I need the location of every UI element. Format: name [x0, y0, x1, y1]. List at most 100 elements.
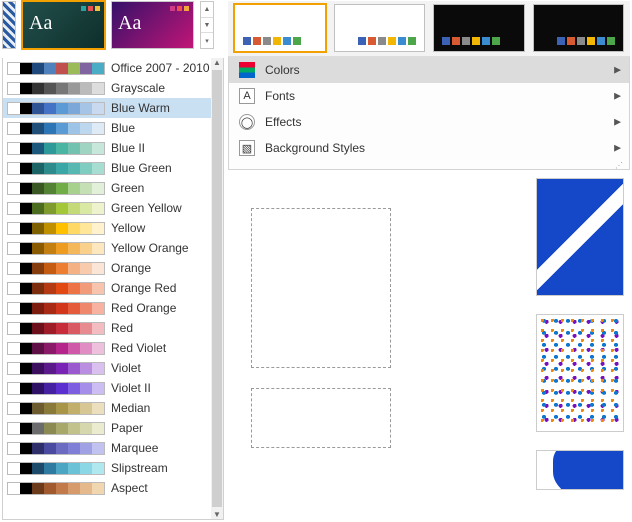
scheme-label: Red Violet [111, 341, 166, 355]
scheme-swatches [7, 162, 105, 175]
theme-aa-label: Aa [29, 12, 52, 35]
variant-swatches [243, 37, 301, 45]
variant-swatches [358, 37, 416, 45]
scheme-swatches [7, 122, 105, 135]
menu-colors[interactable]: Colors ▶ [229, 57, 629, 83]
scheme-swatches [7, 202, 105, 215]
scheme-swatches [7, 142, 105, 155]
menu-effects[interactable]: ◯ Effects ▶ [229, 109, 629, 135]
scheme-label: Blue Green [111, 161, 172, 175]
scroll-down-icon[interactable]: ▼ [213, 510, 221, 519]
menu-fonts[interactable]: A Fonts ▶ [229, 83, 629, 109]
color-scheme-row[interactable]: Office 2007 - 2010 [3, 58, 211, 78]
slide-canvas [233, 178, 523, 498]
scheme-label: Office 2007 - 2010 [111, 61, 210, 75]
color-scheme-row[interactable]: Blue Warm [3, 98, 211, 118]
color-scheme-row[interactable]: Yellow Orange [3, 238, 211, 258]
variant-1[interactable] [234, 4, 326, 52]
chevron-right-icon: ▶ [614, 91, 621, 102]
theme-thumb-2[interactable]: Aa [111, 1, 194, 49]
color-scheme-row[interactable]: Blue Green [3, 158, 211, 178]
color-scheme-row[interactable]: Red [3, 318, 211, 338]
content-placeholder[interactable] [251, 388, 391, 448]
scheme-swatches [7, 362, 105, 375]
theme-thumb-1[interactable]: Aa [22, 1, 105, 49]
scheme-swatches [7, 342, 105, 355]
design-idea-thumb[interactable] [536, 450, 624, 490]
variant-thumbnail-row [228, 1, 630, 57]
scheme-label: Slipstream [111, 461, 168, 475]
design-idea-thumb[interactable] [536, 178, 624, 296]
chevron-right-icon: ▶ [614, 143, 621, 154]
scheme-label: Marquee [111, 441, 158, 455]
scheme-swatches [7, 102, 105, 115]
scheme-label: Median [111, 401, 150, 415]
scheme-swatches [7, 382, 105, 395]
scroll-up-icon[interactable]: ▲ [213, 58, 221, 67]
scheme-swatches [7, 302, 105, 315]
expand-gallery-icon[interactable]: ▾ [201, 33, 213, 48]
variant-3[interactable] [433, 4, 525, 52]
scheme-label: Yellow [111, 221, 145, 235]
color-scheme-row[interactable]: Red Violet [3, 338, 211, 358]
background-styles-icon: ▧ [239, 140, 255, 156]
color-scheme-row[interactable]: Red Orange [3, 298, 211, 318]
scrollbar[interactable]: ▲ ▼ [211, 58, 223, 519]
scheme-swatches [7, 222, 105, 235]
design-submenu: Colors ▶ A Fonts ▶ ◯ Effects ▶ ▧ Backgro… [228, 57, 630, 170]
color-scheme-row[interactable]: Blue II [3, 138, 211, 158]
theme-aa-label: Aa [118, 12, 141, 35]
scheme-swatches [7, 402, 105, 415]
scheme-label: Yellow Orange [111, 241, 189, 255]
color-scheme-row[interactable]: Median [3, 398, 211, 418]
color-scheme-row[interactable]: Yellow [3, 218, 211, 238]
content-placeholder[interactable] [251, 208, 391, 368]
menu-background-styles[interactable]: ▧ Background Styles ▶ [229, 135, 629, 161]
scheme-label: Blue II [111, 141, 145, 155]
color-scheme-row[interactable]: Paper [3, 418, 211, 438]
scheme-swatches [7, 462, 105, 475]
scheme-label: Green [111, 181, 144, 195]
variant-swatches [442, 37, 500, 45]
scheme-label: Red [111, 321, 133, 335]
design-idea-thumb[interactable] [536, 314, 624, 432]
scrollbar-thumb[interactable] [212, 70, 222, 507]
scheme-label: Blue [111, 121, 135, 135]
scheme-swatches [7, 242, 105, 255]
scheme-swatches [7, 442, 105, 455]
color-scheme-row[interactable]: Violet II [3, 378, 211, 398]
scheme-swatches [7, 262, 105, 275]
theme-partial-prev[interactable] [2, 1, 16, 49]
theme-gallery-spinner[interactable]: ▲ ▼ ▾ [200, 1, 214, 49]
color-scheme-row[interactable]: Orange [3, 258, 211, 278]
scheme-swatches [7, 282, 105, 295]
variant-4[interactable] [533, 4, 625, 52]
color-scheme-row[interactable]: Orange Red [3, 278, 211, 298]
menu-label: Colors [265, 63, 300, 77]
colors-icon [239, 62, 255, 78]
fonts-icon: A [239, 88, 255, 104]
theme-thumbnail-row: Aa Aa ▲ ▼ ▾ [2, 1, 214, 49]
theme-accent-dots [81, 6, 100, 11]
design-ideas-pane [536, 178, 628, 508]
scheme-label: Grayscale [111, 81, 165, 95]
variant-2[interactable] [334, 4, 426, 52]
scheme-label: Paper [111, 421, 143, 435]
menu-label: Fonts [265, 89, 295, 103]
color-scheme-row[interactable]: Violet [3, 358, 211, 378]
scheme-label: Orange Red [111, 281, 176, 295]
color-scheme-row[interactable]: Green Yellow [3, 198, 211, 218]
scroll-up-icon[interactable]: ▲ [201, 2, 213, 18]
scheme-swatches [7, 482, 105, 495]
scheme-label: Red Orange [111, 301, 176, 315]
scroll-down-icon[interactable]: ▼ [201, 18, 213, 34]
color-scheme-row[interactable]: Green [3, 178, 211, 198]
color-scheme-row[interactable]: Blue [3, 118, 211, 138]
color-scheme-row[interactable]: Marquee [3, 438, 211, 458]
color-scheme-row[interactable]: Slipstream [3, 458, 211, 478]
menu-label: Effects [265, 115, 301, 129]
scheme-label: Violet II [111, 381, 151, 395]
color-scheme-row[interactable]: Grayscale [3, 78, 211, 98]
color-scheme-row[interactable]: Aspect [3, 478, 211, 498]
scheme-label: Violet [111, 361, 141, 375]
